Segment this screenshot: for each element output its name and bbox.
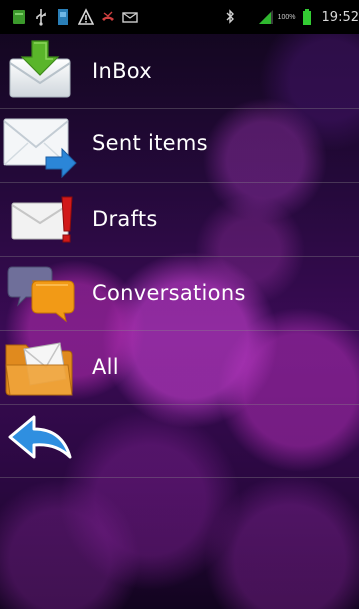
menu-item-drafts[interactable]: Drafts (0, 183, 359, 257)
menu-item-label: Sent items (92, 131, 208, 155)
battery-icon (302, 8, 316, 26)
menu-item-all[interactable]: All (0, 331, 359, 405)
status-bar: 100% 19:52 (0, 0, 359, 34)
notification-icons (12, 8, 138, 26)
menu-item-label: Conversations (92, 281, 246, 305)
bluetooth-icon (224, 8, 238, 26)
drafts-envelope-icon (6, 187, 74, 251)
menu-item-label: All (92, 355, 119, 379)
clock: 19:52 (321, 9, 359, 25)
sent-envelope-arrow-icon (2, 113, 77, 179)
folder-mail-icon (2, 335, 73, 399)
signal-icon (258, 8, 273, 26)
menu-item-sent-items[interactable]: Sent items (0, 109, 359, 183)
warning-icon (77, 8, 95, 26)
back-arrow-icon (6, 413, 74, 477)
app-screen: 100% 19:52 InBox Sent items Drafts Conve… (0, 0, 359, 609)
sim-icon (56, 8, 70, 26)
missed-call-icon (100, 8, 114, 26)
system-icons: 100% 19:52 (224, 0, 359, 34)
menu-item-label: InBox (92, 59, 153, 83)
back-button[interactable] (0, 405, 359, 478)
menu-item-conversations[interactable]: Conversations (0, 257, 359, 331)
battery-percent: 100% (277, 13, 296, 21)
menu-item-inbox[interactable]: InBox (0, 35, 359, 109)
menu-item-label: Drafts (92, 207, 158, 231)
usb-icon (34, 8, 48, 26)
mail-icon (122, 8, 138, 26)
inbox-download-icon (6, 39, 74, 103)
conversation-bubbles-icon (6, 261, 75, 325)
app-notification-icon (12, 8, 26, 26)
mailbox-menu: InBox Sent items Drafts Conversations Al… (0, 35, 359, 478)
